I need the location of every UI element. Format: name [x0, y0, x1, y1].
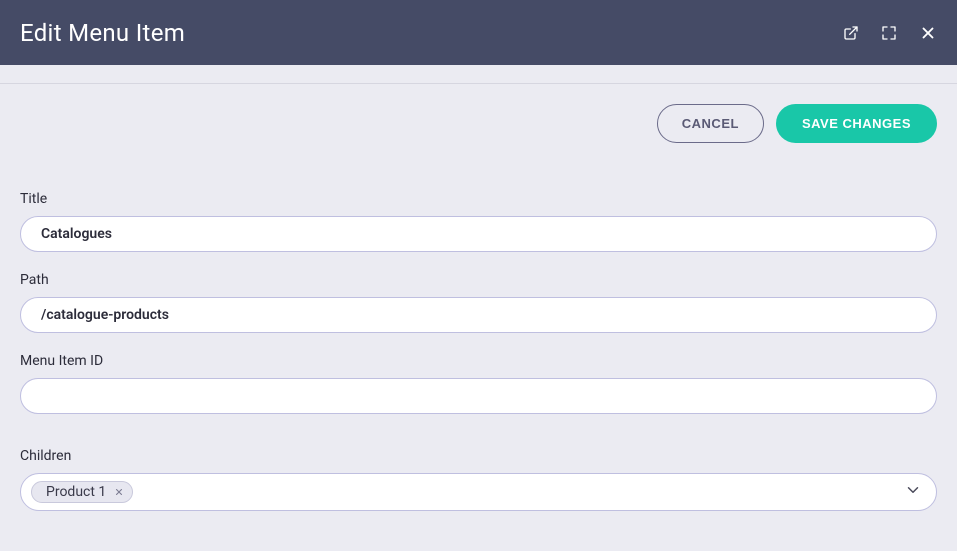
chevron-down-icon: [904, 481, 922, 503]
path-label: Path: [20, 272, 937, 288]
chip-remove-icon[interactable]: [114, 487, 124, 497]
modal-header: Edit Menu Item: [0, 0, 957, 65]
modal-title: Edit Menu Item: [20, 19, 185, 47]
menu-item-id-label: Menu Item ID: [20, 353, 937, 369]
children-group: Children Product 1: [20, 448, 937, 511]
header-actions: [843, 24, 937, 42]
children-label: Children: [20, 448, 937, 464]
chips-container: Product 1: [31, 481, 133, 503]
children-multiselect[interactable]: Product 1: [20, 473, 937, 511]
title-input[interactable]: [20, 216, 937, 252]
expand-icon[interactable]: [881, 25, 897, 41]
external-link-icon[interactable]: [843, 25, 859, 41]
path-group: Path: [20, 272, 937, 333]
menu-item-id-input[interactable]: [20, 378, 937, 414]
save-button[interactable]: SAVE CHANGES: [776, 104, 937, 143]
title-group: Title: [20, 191, 937, 252]
path-input[interactable]: [20, 297, 937, 333]
title-label: Title: [20, 191, 937, 207]
menu-item-id-group: Menu Item ID: [20, 353, 937, 414]
close-icon[interactable]: [919, 24, 937, 42]
cancel-button[interactable]: CANCEL: [657, 104, 764, 143]
form: Title Path Menu Item ID Children Product…: [0, 173, 957, 549]
chip-label: Product 1: [46, 484, 106, 500]
action-bar: CANCEL SAVE CHANGES: [0, 83, 957, 163]
chip-item: Product 1: [31, 481, 133, 503]
